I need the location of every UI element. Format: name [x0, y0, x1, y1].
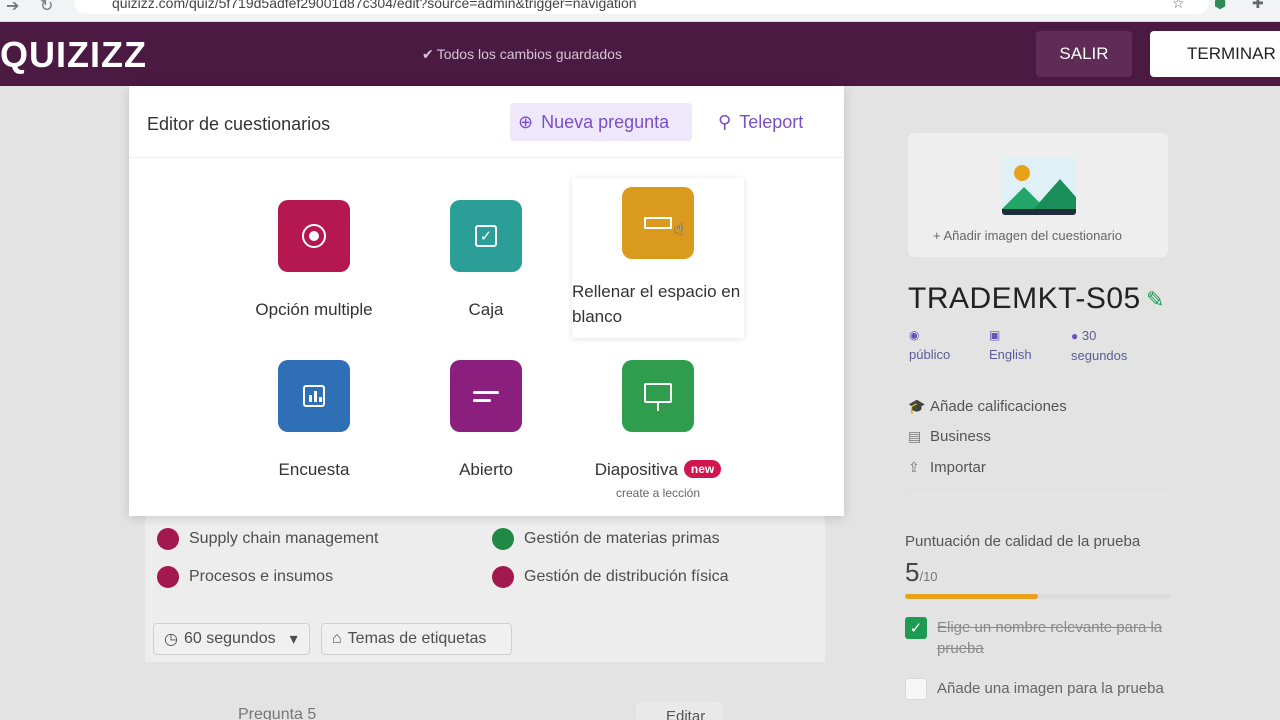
visibility-info[interactable]: ◉ público — [909, 326, 950, 364]
quality-progress-bar — [905, 594, 1171, 599]
plus-circle-icon: ⊕ — [518, 111, 534, 132]
new-badge: new — [683, 460, 722, 478]
import-icon: ⇪ — [908, 459, 920, 475]
arrow-right-icon[interactable]: ➔ — [6, 0, 19, 16]
slide-lesson-note: create a lección — [615, 486, 701, 500]
option-multiple-choice[interactable]: Opción multiple — [228, 200, 400, 320]
tag-dot — [492, 528, 514, 550]
option-tile[interactable] — [278, 360, 350, 432]
modal-header: Editor de cuestionarios ⊕ Nueva pregunta … — [129, 86, 844, 158]
graduation-cap-icon: 🎓 — [908, 398, 926, 414]
option-tile[interactable] — [622, 360, 694, 432]
option-slide[interactable]: Diapositiva new create a lección — [572, 360, 744, 500]
radio-icon — [302, 224, 326, 248]
modal-title: Editor de cuestionarios — [147, 114, 331, 134]
duration-info[interactable]: ● 30 segundos — [1071, 326, 1141, 365]
exit-button[interactable]: SALIR — [1036, 31, 1132, 77]
reload-icon[interactable]: ↻ — [40, 0, 53, 16]
url-text[interactable]: quizizz.com/quiz/5f719d5adfef29001d87c30… — [112, 0, 637, 11]
language-icon: ▣ — [989, 328, 1001, 342]
extension-icon[interactable]: ⬢ — [1214, 0, 1226, 12]
tag-dot — [157, 528, 179, 550]
option-tile[interactable] — [278, 200, 350, 272]
quizizz-logo[interactable]: QUIZIZZ — [0, 34, 147, 76]
option-tile[interactable]: ☝ — [622, 187, 694, 259]
star-icon[interactable]: ☆ — [1172, 0, 1185, 12]
save-status-text: Todos los cambios guardados — [436, 46, 622, 62]
book-icon: ▤ — [908, 428, 922, 444]
browser-toolbar: ➔ ↻ quizizz.com/quiz/5f719d5adfef29001d8… — [0, 0, 1280, 22]
next-question-title: Pregunta 5 — [238, 706, 317, 720]
checkbox-checked-icon[interactable]: ✓ — [905, 617, 927, 639]
chevron-down-icon: ▾ — [289, 631, 298, 648]
app-header: QUIZIZZ ✔ Todos los cambios guardados SAL… — [0, 22, 1280, 86]
tag-item: Supply chain management — [157, 528, 378, 550]
quality-progress-fill — [905, 594, 1038, 599]
checkbox-icon: ✓ — [475, 225, 497, 247]
option-poll[interactable]: Encuesta — [228, 360, 400, 480]
eye-icon: ◉ — [909, 328, 920, 342]
checklist-item[interactable]: Añade una imagen para la prueba — [905, 678, 1175, 700]
option-fill-in-blank[interactable]: ☝ Rellenar el espacio en blanco — [572, 187, 744, 329]
language-info[interactable]: ▣ English — [989, 326, 1032, 364]
poll-icon — [303, 385, 325, 407]
clock-icon: ● — [1071, 329, 1079, 343]
quiz-title: TRADEMKT-S05 — [908, 282, 1141, 315]
checklist-item[interactable]: ✓ Elige un nombre relevante para la prue… — [905, 617, 1175, 659]
image-placeholder-icon — [1002, 157, 1076, 215]
add-grades-link[interactable]: 🎓 Añade calificaciones — [908, 398, 1067, 415]
slide-icon — [644, 383, 672, 411]
tag-dot — [492, 566, 514, 588]
option-tile[interactable] — [450, 360, 522, 432]
option-checkbox[interactable]: ✓ Caja — [400, 200, 572, 320]
option-tile[interactable]: ✓ — [450, 200, 522, 272]
tag-item: Gestión de materias primas — [492, 528, 720, 550]
hand-cursor-icon: ☝ — [674, 221, 684, 238]
option-open-ended[interactable]: Abierto — [400, 360, 572, 480]
search-icon: ⚲ — [718, 112, 732, 132]
check-icon: ✔ — [422, 46, 434, 62]
open-text-icon — [473, 390, 499, 402]
topic-tags-button[interactable]: ⌂ Temas de etiquetas — [321, 623, 512, 655]
teleport-button[interactable]: ⚲ Teleport — [718, 112, 803, 133]
new-question-button[interactable]: ⊕ Nueva pregunta — [510, 103, 692, 141]
tag-item: Gestión de distribución física — [492, 566, 729, 588]
subject-link[interactable]: ▤ Business — [908, 428, 991, 445]
time-limit-dropdown[interactable]: ◷ 60 segundos ▾ — [153, 623, 310, 655]
tag-icon: ⌂ — [332, 630, 342, 647]
blank-input-icon — [644, 217, 672, 229]
divider — [908, 490, 1168, 491]
quality-score-label: Puntuación de calidad de la prueba — [905, 533, 1141, 550]
puzzle-icon[interactable]: ✚ — [1252, 0, 1264, 12]
tag-dot — [157, 566, 179, 588]
save-status: ✔ Todos los cambios guardados — [422, 46, 622, 63]
import-link[interactable]: ⇪ Importar — [908, 459, 986, 476]
finish-button[interactable]: TERMINAR — [1150, 31, 1280, 77]
add-image-link[interactable]: + Añadir imagen del cuestionario — [933, 228, 1122, 243]
clock-icon: ◷ — [164, 631, 178, 648]
tag-item: Procesos e insumos — [157, 566, 333, 588]
edit-button[interactable]: Editar — [636, 702, 722, 720]
quality-score: 5/10 — [905, 557, 938, 587]
pencil-icon[interactable]: ✎ — [1146, 287, 1164, 313]
question-type-modal: Editor de cuestionarios ⊕ Nueva pregunta … — [129, 86, 844, 516]
checkbox-unchecked-icon[interactable] — [905, 678, 927, 700]
